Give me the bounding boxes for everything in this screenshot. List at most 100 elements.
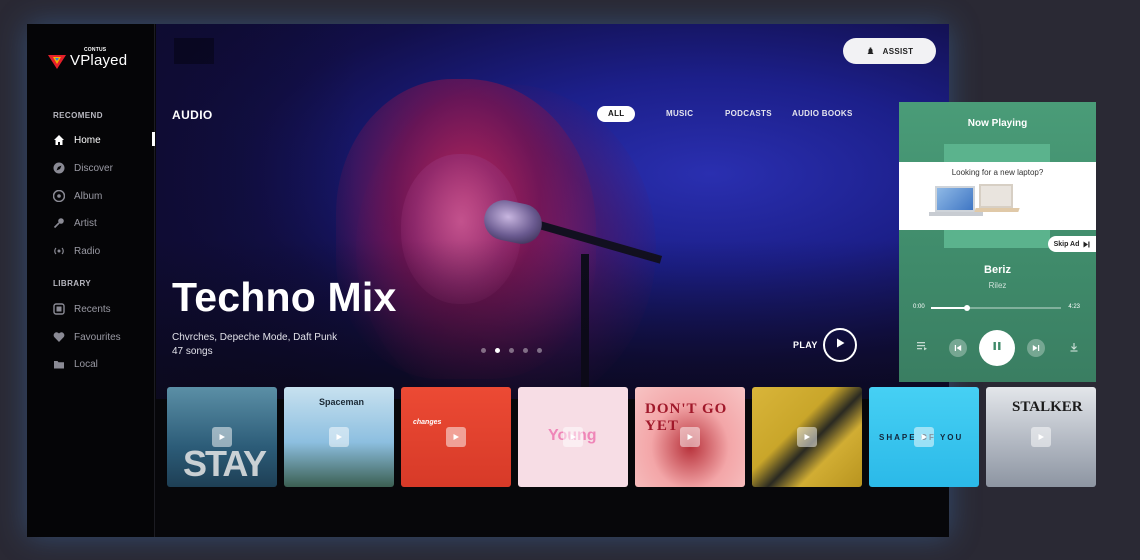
carousel-dots xyxy=(481,348,551,353)
time-total: 4:23 xyxy=(1068,304,1080,310)
hero-artists: Chvrches, Depeche Mode, Daft Punk xyxy=(172,332,338,343)
radio-icon xyxy=(53,245,65,257)
sidebar-item-label: Artist xyxy=(74,217,97,229)
compass-icon xyxy=(53,162,65,174)
sidebar-item-label: Album xyxy=(74,190,103,202)
progress-knob[interactable] xyxy=(964,305,971,311)
sidebar-item-label: Local xyxy=(74,358,98,370)
sidebar-item-artist[interactable]: Artist xyxy=(53,215,97,231)
carousel-dot[interactable] xyxy=(523,348,528,353)
home-icon xyxy=(53,134,65,146)
album-row: STAY Spaceman changes Young DON'T GO YET… xyxy=(140,387,1096,487)
skip-ad-button[interactable]: Skip Ad xyxy=(1048,236,1096,252)
play-icon xyxy=(218,428,226,446)
time-current: 0:00 xyxy=(913,304,925,310)
ad-text: Looking for a new laptop? xyxy=(951,168,1044,177)
download-button[interactable] xyxy=(1065,339,1083,357)
tab-music[interactable]: MUSIC xyxy=(666,106,693,122)
album-art-text: changes xyxy=(413,419,442,426)
logo[interactable]: CONTUS VPlayed xyxy=(48,47,128,70)
laptop-image xyxy=(979,184,1013,208)
tab-podcasts[interactable]: PODCASTS xyxy=(725,106,772,122)
laptop-image-base xyxy=(974,208,1020,212)
play-icon xyxy=(452,428,460,446)
carousel-dot[interactable] xyxy=(537,348,542,353)
album-card[interactable]: Young xyxy=(518,387,628,487)
sidebar-item-favourites[interactable]: Favourites xyxy=(53,329,121,345)
album-card[interactable]: changes xyxy=(401,387,511,487)
album-play-button[interactable] xyxy=(680,427,700,447)
album-card[interactable]: STAY xyxy=(167,387,277,487)
sidebar-item-local[interactable]: Local xyxy=(53,356,98,372)
progress-fill xyxy=(931,307,968,309)
sidebar-item-radio[interactable]: Radio xyxy=(53,243,100,259)
play-icon xyxy=(920,428,928,446)
album-card[interactable]: SHAPE OF YOU xyxy=(869,387,979,487)
next-icon xyxy=(1032,339,1040,357)
album-card[interactable] xyxy=(752,387,862,487)
album-play-button[interactable] xyxy=(329,427,349,447)
play-icon xyxy=(834,336,846,354)
logo-subtext: CONTUS xyxy=(84,47,107,53)
queue-button[interactable] xyxy=(913,339,931,357)
ad-banner[interactable]: Looking for a new laptop? xyxy=(899,162,1096,230)
logo-text: VPlayed xyxy=(70,52,128,69)
section-label-library: LIBRARY xyxy=(53,279,92,288)
sidebar-item-recents[interactable]: Recents xyxy=(53,301,111,317)
section-label-recommend: RECOMEND xyxy=(53,111,103,120)
album-card[interactable]: Spaceman xyxy=(284,387,394,487)
previous-button[interactable] xyxy=(949,339,967,357)
hero-banner[interactable]: ASSIST AUDIO ALL MUSIC PODCASTS AUDIO BO… xyxy=(156,24,949,399)
now-playing-title: Now Playing xyxy=(967,118,1028,129)
assist-button[interactable]: ASSIST xyxy=(843,38,936,64)
sidebar-item-label: Radio xyxy=(74,245,101,257)
skip-ad-label: Skip Ad xyxy=(1053,240,1080,248)
album-icon xyxy=(53,190,65,202)
next-button[interactable] xyxy=(1027,339,1045,357)
hero-title: Techno Mix xyxy=(172,274,397,320)
sidebar-item-album[interactable]: Album xyxy=(53,188,102,204)
album-art-text: Spaceman xyxy=(319,397,365,407)
play-icon xyxy=(803,428,811,446)
folder-icon xyxy=(53,358,65,370)
active-indicator xyxy=(152,132,155,146)
sidebar-item-label: Discover xyxy=(74,162,113,174)
play-icon xyxy=(1037,428,1045,446)
recents-icon xyxy=(53,303,65,315)
sidebar-item-discover[interactable]: Discover xyxy=(53,160,113,176)
play-label[interactable]: PLAY xyxy=(793,340,818,350)
sidebar-item-label: Favourites xyxy=(74,331,121,343)
tab-all[interactable]: ALL xyxy=(597,106,636,122)
laptop-image-base xyxy=(929,212,983,216)
sidebar-item-label: Home xyxy=(74,134,101,146)
play-button[interactable] xyxy=(823,328,857,362)
microphone-icon xyxy=(53,217,65,229)
album-play-button[interactable] xyxy=(1031,427,1051,447)
album-card[interactable]: STALKER xyxy=(986,387,1096,487)
play-icon xyxy=(686,428,694,446)
album-play-button[interactable] xyxy=(563,427,583,447)
album-card[interactable]: DON'T GO YET xyxy=(635,387,745,487)
sidebar-item-home[interactable]: Home xyxy=(53,132,101,148)
now-playing-song: Beriz xyxy=(984,264,1011,276)
progress-bar[interactable] xyxy=(931,305,1061,311)
album-play-button[interactable] xyxy=(914,427,934,447)
hero-song-count: 47 songs xyxy=(172,346,213,357)
vplayed-logo-icon xyxy=(48,53,66,69)
album-play-button[interactable] xyxy=(212,427,232,447)
album-play-button[interactable] xyxy=(797,427,817,447)
download-icon xyxy=(1069,339,1079,357)
sidebar: CONTUS VPlayed RECOMEND Home Discover Al… xyxy=(27,24,155,537)
album-play-button[interactable] xyxy=(446,427,466,447)
tab-audio-books[interactable]: AUDIO BOOKS xyxy=(792,106,853,122)
laptop-image xyxy=(935,186,975,212)
sidebar-item-label: Recents xyxy=(74,303,111,315)
heart-icon xyxy=(53,331,65,343)
pause-button[interactable] xyxy=(979,330,1015,366)
carousel-dot[interactable] xyxy=(509,348,514,353)
carousel-dot-active[interactable] xyxy=(495,348,500,353)
carousel-dot[interactable] xyxy=(481,348,486,353)
pause-icon xyxy=(991,339,1003,357)
play-icon xyxy=(569,428,577,446)
queue-icon xyxy=(916,339,928,357)
